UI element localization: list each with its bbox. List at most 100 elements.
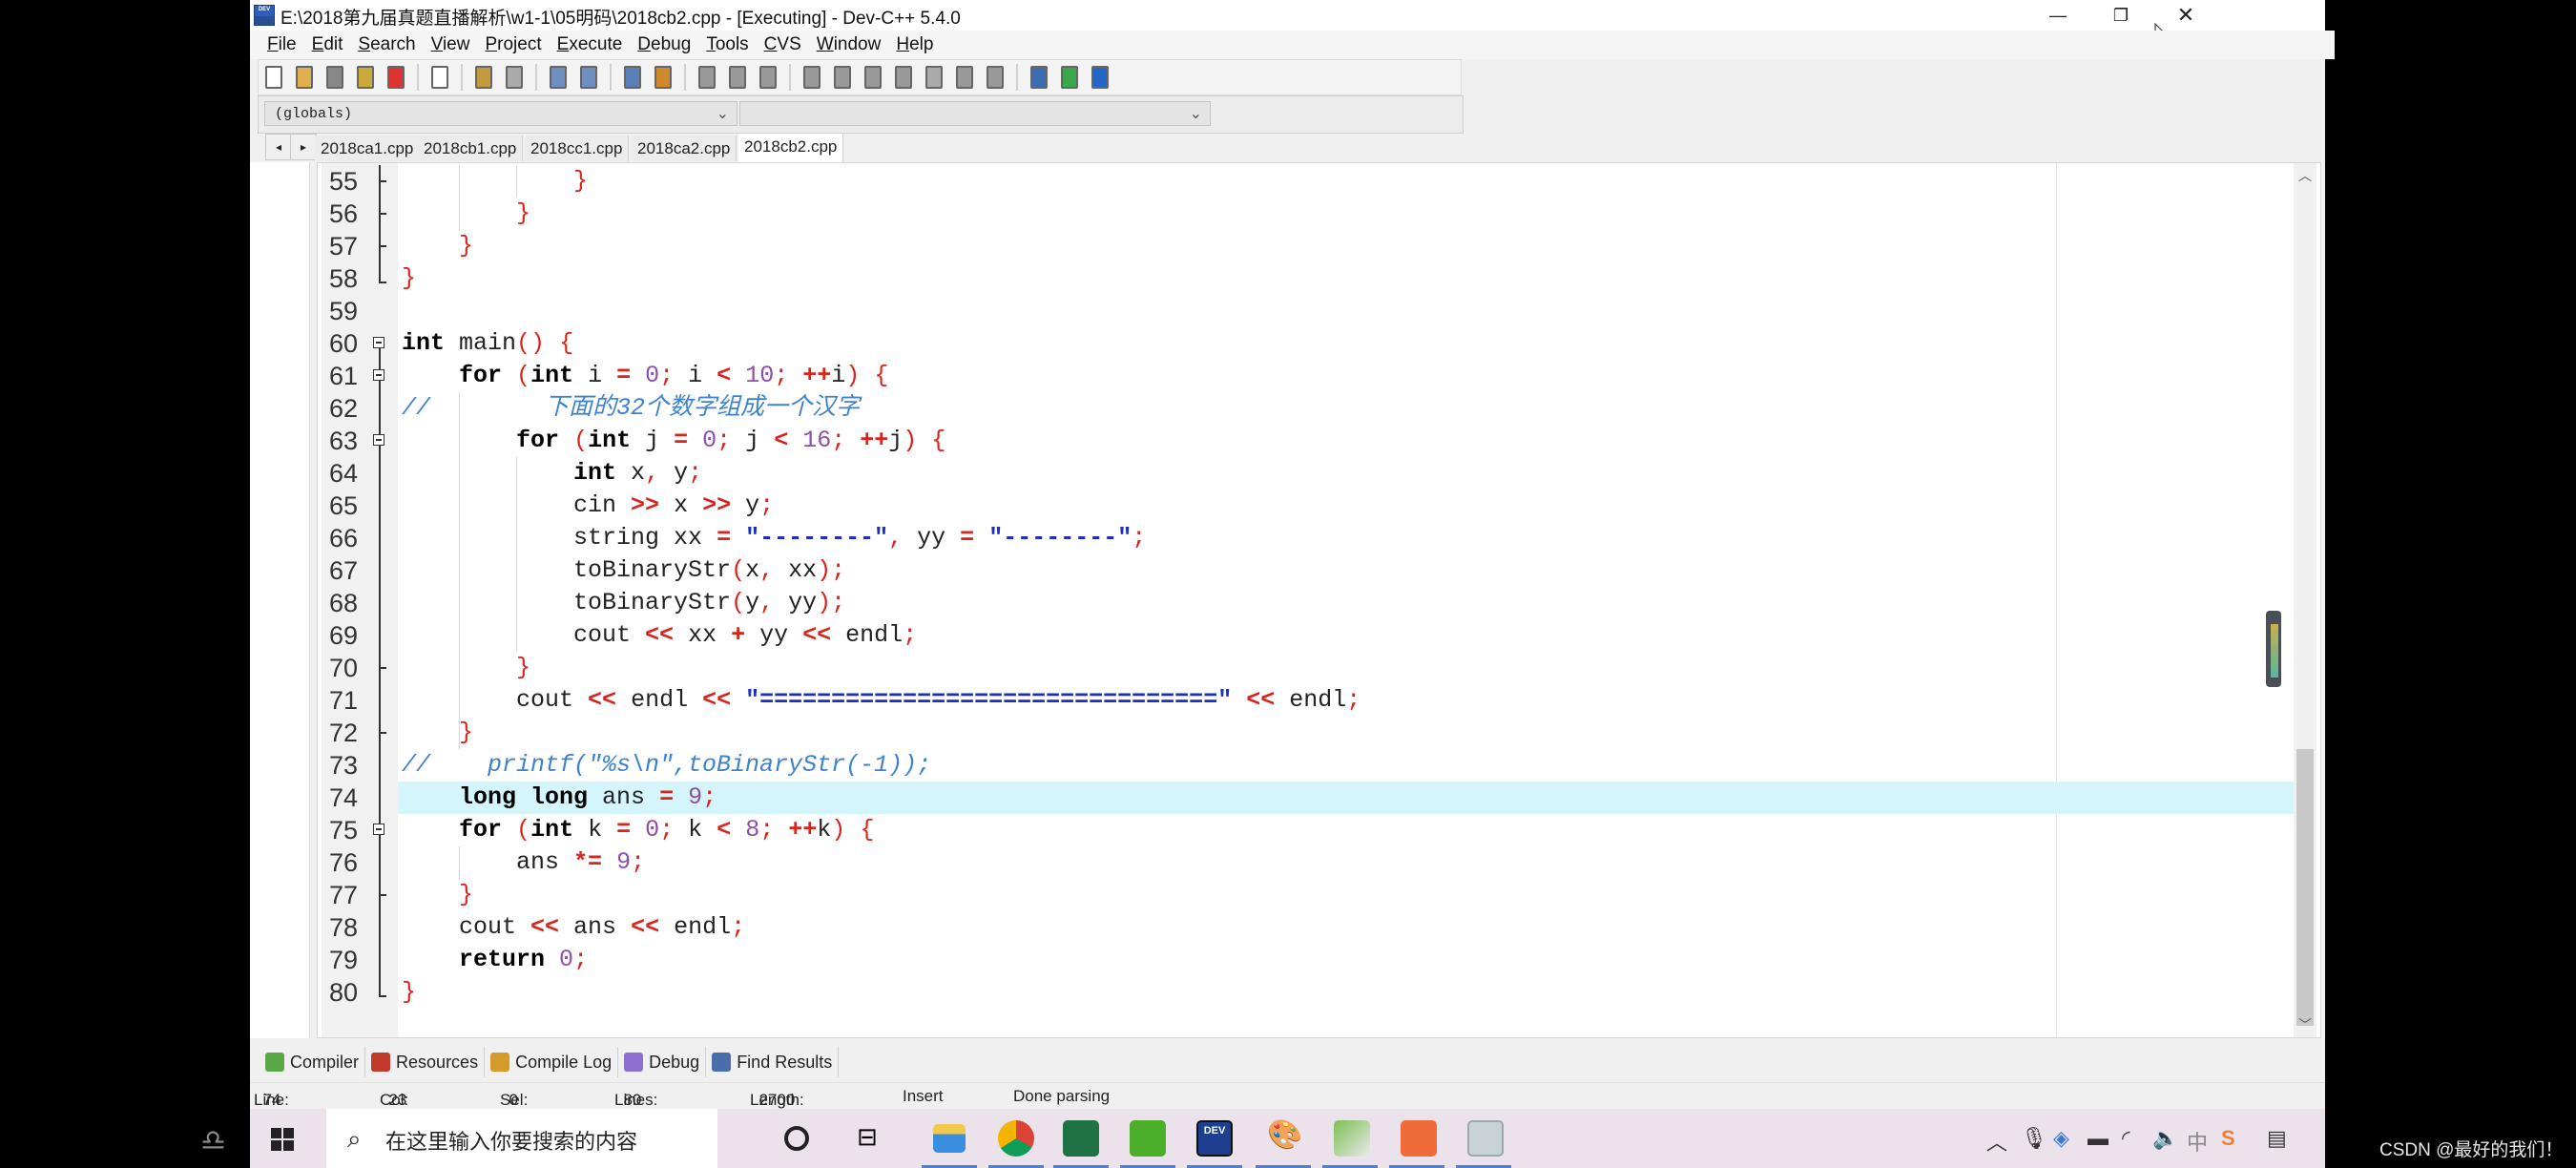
vertical-scrollbar[interactable]: ︿ ﹀ xyxy=(2294,163,2316,1037)
file-explorer-icon[interactable] xyxy=(933,1124,966,1153)
code-line[interactable]: 79 return 0; xyxy=(318,944,2226,976)
taskbar-search-box[interactable]: ⌕ 在这里输入你要搜索的内容 xyxy=(326,1109,717,1168)
code-line[interactable]: 80} xyxy=(318,976,2226,1009)
menu-file[interactable]: File xyxy=(260,34,304,55)
menu-edit[interactable]: Edit xyxy=(304,34,351,55)
chrome-icon[interactable] xyxy=(998,1120,1034,1157)
class-selector-combo[interactable]: (globals) ⌄ xyxy=(264,101,737,126)
code-line[interactable]: 62 // 下面的32个数字组成一个汉字 xyxy=(318,392,2226,425)
fold-collapse-icon[interactable] xyxy=(373,360,386,392)
bottom-tab-debug[interactable]: Debug xyxy=(618,1047,707,1077)
code-line[interactable]: 75 for (int k = 0; k < 8; ++k) { xyxy=(318,814,2226,846)
devcpp-taskbar-icon[interactable]: DEV xyxy=(1196,1120,1233,1157)
microphone-icon[interactable]: 🎙 xyxy=(2021,1126,2047,1151)
add-to-project-button[interactable] xyxy=(1057,65,1082,90)
tab-scroll-right-button[interactable]: ▸ xyxy=(290,134,317,160)
file-tab[interactable]: 2018cc1.cpp xyxy=(525,136,630,161)
code-line[interactable]: 58} xyxy=(318,262,2226,295)
tab-scroll-left-button[interactable]: ◂ xyxy=(265,134,292,160)
member-selector-combo[interactable]: ⌄ xyxy=(739,101,1211,126)
menu-view[interactable]: View xyxy=(424,34,478,55)
menu-search[interactable]: Search xyxy=(350,34,423,55)
restore-button[interactable]: ❐ xyxy=(2089,0,2152,31)
syntax-check-button[interactable] xyxy=(922,65,946,90)
code-line[interactable]: 77 } xyxy=(318,879,2226,911)
compile-button[interactable] xyxy=(800,65,824,90)
camtasia-icon[interactable] xyxy=(1130,1120,1166,1157)
file-tab[interactable]: 2018cb1.cpp xyxy=(418,136,524,161)
toggle-comment-button[interactable] xyxy=(756,65,780,90)
app-window-icon[interactable] xyxy=(1467,1120,1504,1157)
tray-chevron-up-icon[interactable]: ︿ xyxy=(1986,1126,2007,1157)
scroll-up-icon[interactable]: ︿ xyxy=(2294,165,2316,186)
bottom-tab-compiler[interactable]: Compiler xyxy=(260,1047,366,1077)
save-file-button[interactable] xyxy=(322,65,347,90)
code-line[interactable]: 61 for (int i = 0; i < 10; ++i) { xyxy=(318,360,2226,392)
debug-button[interactable] xyxy=(952,65,977,90)
code-line[interactable]: 71 cout << endl << "====================… xyxy=(318,684,2226,717)
bottom-tab-compile-log[interactable]: Compile Log xyxy=(485,1047,619,1077)
sogou-icon[interactable]: S xyxy=(2221,1126,2235,1151)
windows-start-icon[interactable] xyxy=(271,1128,294,1151)
save-all-button[interactable] xyxy=(353,65,378,90)
code-line[interactable]: 60 int main() { xyxy=(318,327,2226,360)
code-line[interactable]: 74 long long ans = 9; xyxy=(318,782,2304,814)
menu-project[interactable]: Project xyxy=(477,34,549,55)
find-button[interactable] xyxy=(546,65,571,90)
code-line[interactable]: 56 } xyxy=(318,198,2226,230)
bottom-tab-resources[interactable]: Resources xyxy=(365,1047,486,1077)
code-line[interactable]: 57 } xyxy=(318,230,2226,262)
battery-icon[interactable]: ▬ xyxy=(2088,1126,2109,1151)
paint-icon[interactable]: 🎨 xyxy=(1267,1118,1303,1155)
code-line[interactable]: 59 xyxy=(318,295,2226,327)
code-line[interactable]: 55 } xyxy=(318,165,2226,198)
code-line[interactable]: 73 // printf("%s\n",toBinaryStr(-1)); xyxy=(318,749,2226,782)
code-line[interactable]: 66 string xx = "--------", yy = "-------… xyxy=(318,522,2226,554)
wifi-icon[interactable]: ◜ xyxy=(2122,1126,2130,1151)
stop-execution-button[interactable] xyxy=(983,65,1008,90)
menu-window[interactable]: Window xyxy=(809,34,889,55)
file-tab[interactable]: 2018ca2.cpp xyxy=(632,136,737,161)
menu-tools[interactable]: Tools xyxy=(698,34,756,55)
floating-recorder-widget[interactable] xyxy=(2266,611,2281,687)
new-project-button[interactable] xyxy=(1027,65,1051,90)
code-line[interactable]: 64 int x, y; xyxy=(318,457,2226,490)
new-file-button[interactable] xyxy=(261,65,286,90)
menu-help[interactable]: Help xyxy=(888,34,941,55)
code-line[interactable]: 76 ans *= 9; xyxy=(318,846,2226,879)
excel-icon[interactable] xyxy=(1063,1120,1099,1157)
code-line[interactable]: 67 toBinaryStr(x, xx); xyxy=(318,554,2226,587)
toggle-bookmark-button[interactable] xyxy=(651,65,675,90)
goto-line-button[interactable] xyxy=(620,65,645,90)
unindent-button[interactable] xyxy=(725,65,750,90)
camtasia-recorder-icon[interactable] xyxy=(1401,1120,1437,1157)
cortana-icon[interactable] xyxy=(784,1126,809,1151)
bottom-tab-find-results[interactable]: Find Results xyxy=(706,1047,840,1077)
code-line[interactable]: 65 cin >> x >> y; xyxy=(318,490,2226,522)
task-view-icon[interactable]: ⊟ xyxy=(857,1122,893,1158)
notifications-icon[interactable]: ▤ xyxy=(2267,1126,2287,1151)
input-method-icon[interactable]: 中 xyxy=(2187,1126,2208,1157)
fold-collapse-icon[interactable] xyxy=(373,425,386,457)
security-icon[interactable]: ◈ xyxy=(2053,1126,2069,1151)
code-line[interactable]: 78 cout << ans << endl; xyxy=(318,911,2226,944)
indent-button[interactable] xyxy=(695,65,719,90)
code-line[interactable]: 69 cout << xx + yy << endl; xyxy=(318,619,2226,652)
run-button[interactable] xyxy=(830,65,855,90)
close-file-button[interactable] xyxy=(384,65,408,90)
fold-collapse-icon[interactable] xyxy=(373,327,386,360)
code-line[interactable]: 72 } xyxy=(318,717,2226,749)
rebuild-button[interactable] xyxy=(891,65,916,90)
minimize-button[interactable]: — xyxy=(2026,0,2089,31)
code-line[interactable]: 63 for (int j = 0; j < 16; ++j) { xyxy=(318,425,2226,457)
code-line[interactable]: 70 } xyxy=(318,652,2226,684)
menu-debug[interactable]: Debug xyxy=(630,34,698,55)
image-editor-icon[interactable] xyxy=(1334,1120,1370,1157)
menu-execute[interactable]: Execute xyxy=(550,34,631,55)
redo-button[interactable] xyxy=(502,65,527,90)
menu-cvs[interactable]: CVS xyxy=(757,34,809,55)
code-line[interactable]: 68 toBinaryStr(y, yy); xyxy=(318,587,2226,619)
volume-icon[interactable]: 🔈 xyxy=(2152,1126,2178,1151)
fold-collapse-icon[interactable] xyxy=(373,814,386,846)
compile-run-button[interactable] xyxy=(861,65,885,90)
